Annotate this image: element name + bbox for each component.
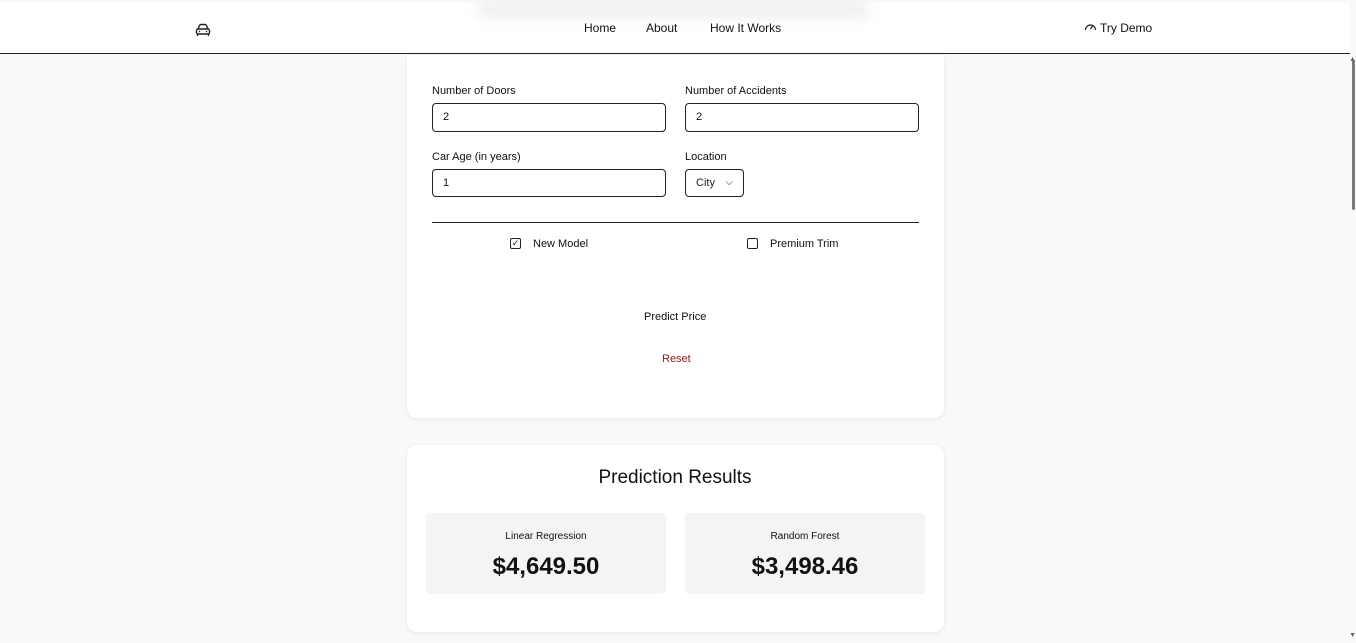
chevron-down-icon: ⌵ [725,177,733,188]
scrollbar-thumb[interactable] [1352,60,1355,210]
car-icon[interactable] [195,23,211,37]
accidents-label: Number of Accidents [685,85,787,97]
form-divider [432,222,919,223]
reset-button[interactable]: Reset [662,353,691,365]
result-random-forest: Random Forest $3,498.46 [685,513,925,594]
gauge-icon [1084,21,1097,35]
result-linear-regression: Linear Regression $4,649.50 [426,513,666,594]
premium-trim-checkbox[interactable] [747,238,758,249]
scroll-up-icon[interactable]: ▲ [1349,56,1356,63]
location-selected-value: City [696,177,715,189]
results-title: Prediction Results [598,467,752,488]
doors-input[interactable]: 2 [432,103,666,132]
nav-about-link[interactable]: About [646,21,677,35]
try-demo-button[interactable]: Try Demo [1084,21,1152,35]
location-select[interactable]: City ⌵ [685,169,744,197]
try-demo-label: Try Demo [1100,21,1153,35]
premium-trim-label: Premium Trim [770,238,839,250]
top-navbar: Home About How It Works Try Demo [0,3,1350,54]
header-shadow [478,3,868,17]
location-label: Location [685,151,727,163]
model-name: Random Forest [770,531,840,542]
nav-how-it-works-link[interactable]: How It Works [710,21,781,35]
doors-label: Number of Doors [432,85,516,97]
model-name: Linear Regression [505,531,587,542]
new-model-checkbox[interactable]: ✓ [510,238,521,249]
predicted-price: $4,649.50 [492,553,600,580]
car-age-label: Car Age (in years) [432,151,521,163]
new-model-label: New Model [533,238,589,250]
nav-home-link[interactable]: Home [584,21,616,35]
predicted-price: $3,498.46 [751,553,859,580]
predict-price-button[interactable]: Predict Price [644,311,706,323]
car-age-input[interactable]: 1 [432,169,666,197]
accidents-input[interactable]: 2 [685,103,919,132]
scroll-down-icon[interactable]: ▼ [1349,632,1356,639]
